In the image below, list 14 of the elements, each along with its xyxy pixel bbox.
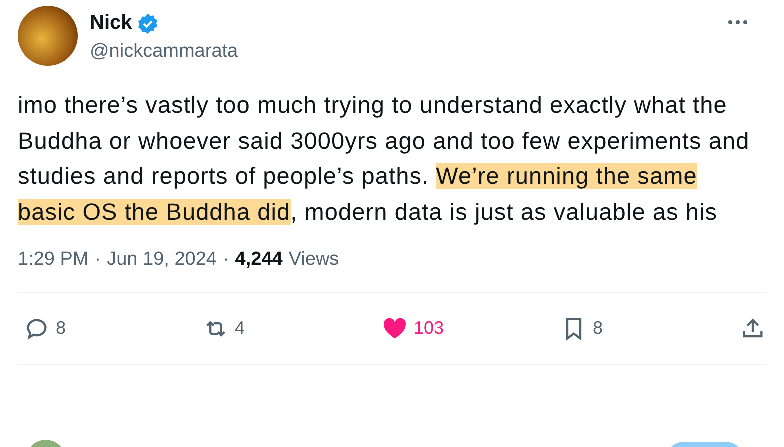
view-count: 4,244 <box>235 249 283 271</box>
reply-button[interactable]: 8 <box>24 316 154 342</box>
tweet-date[interactable]: Jun 19, 2024 <box>107 249 217 271</box>
heart-icon <box>382 316 408 342</box>
author-handle[interactable]: @nickcammarata <box>90 41 716 63</box>
separator-dot: · <box>94 249 102 271</box>
repost-button[interactable]: 4 <box>203 316 333 342</box>
author-name[interactable]: Nick <box>90 12 132 35</box>
bookmark-button[interactable]: 8 <box>561 316 691 342</box>
tweet-time[interactable]: 1:29 PM <box>18 249 89 271</box>
like-button[interactable]: 103 <box>382 316 512 342</box>
views-label: Views <box>288 249 340 271</box>
separator-dot: · <box>222 249 230 271</box>
tweet-text: imo there’s vastly too much trying to understand exactly what the Buddha or whoever said 3000yrs ago and too few experiments and studies and reports of people’s paths. We’re running the same basic OS the Buddha did, modern data is just as valuable as his <box>17 91 751 227</box>
